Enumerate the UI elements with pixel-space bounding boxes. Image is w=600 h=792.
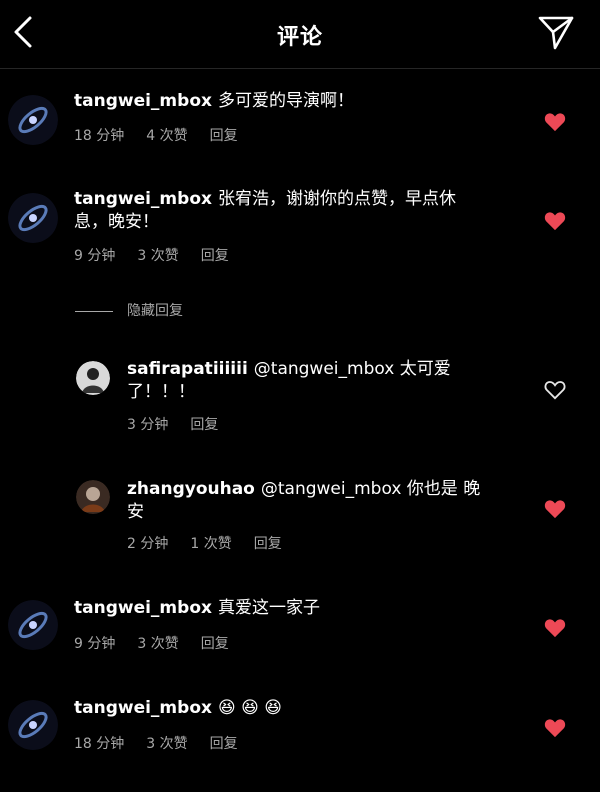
comment-text: tangwei_mbox 张宥浩，谢谢你的点赞，早点休 息，晚安！ <box>74 188 514 234</box>
heart-icon[interactable] <box>544 112 566 132</box>
comment-meta: 9 分钟 3 次赞 回复 <box>74 633 251 653</box>
hide-replies-toggle[interactable]: 隐藏回复 <box>75 300 183 320</box>
avatar[interactable] <box>8 95 58 145</box>
comment-meta: 2 分钟 1 次赞 回复 <box>127 533 304 553</box>
comment-username[interactable]: tangwei_mbox <box>74 698 212 718</box>
avatar[interactable] <box>8 700 58 750</box>
heart-icon[interactable] <box>544 211 566 231</box>
comment-likes[interactable]: 3 次赞 <box>137 248 178 264</box>
comment-likes[interactable]: 1 次赞 <box>190 536 231 552</box>
comment-text: tangwei_mbox 真爱这一家子 <box>74 597 514 620</box>
heart-outline-icon[interactable] <box>544 380 566 400</box>
reply-button[interactable]: 回复 <box>190 417 218 433</box>
comment-text: zhangyouhao @tangwei_mbox 你也是 晚 安 <box>127 478 527 524</box>
comment-body: 真爱这一家子 <box>217 598 320 618</box>
comment-username[interactable]: tangwei_mbox <box>74 91 212 111</box>
comment-username[interactable]: tangwei_mbox <box>74 189 212 209</box>
comment-likes[interactable]: 3 次赞 <box>137 636 178 652</box>
divider-line <box>75 310 113 312</box>
comment-body: @tangwei_mbox 你也是 晚 <box>260 479 481 499</box>
reply-button[interactable]: 回复 <box>210 128 238 144</box>
heart-icon[interactable] <box>544 499 566 519</box>
comment-body-line2: 安 <box>127 502 144 522</box>
comment-body: 😆 😆 😆 <box>217 698 282 718</box>
comment-likes[interactable]: 3 次赞 <box>146 736 187 752</box>
paper-plane-icon[interactable] <box>536 12 576 52</box>
comment-body: @tangwei_mbox 太可爱 <box>253 359 451 379</box>
comment-time: 2 分钟 <box>127 536 169 552</box>
avatar[interactable] <box>76 361 110 395</box>
reply-button[interactable]: 回复 <box>201 636 229 652</box>
comment-username[interactable]: zhangyouhao <box>127 479 255 499</box>
comment-text: tangwei_mbox 多可爱的导演啊！ <box>74 90 514 113</box>
comment-meta: 18 分钟 3 次赞 回复 <box>74 733 260 753</box>
comment-meta: 18 分钟 4 次赞 回复 <box>74 125 260 145</box>
comment-time: 3 分钟 <box>127 417 169 433</box>
comment-time: 9 分钟 <box>74 248 116 264</box>
comment-meta: 9 分钟 3 次赞 回复 <box>74 245 251 265</box>
reply-button[interactable]: 回复 <box>210 736 238 752</box>
comment-likes[interactable]: 4 次赞 <box>146 128 187 144</box>
comment-time: 9 分钟 <box>74 636 116 652</box>
avatar[interactable] <box>8 600 58 650</box>
comment-body: 张宥浩，谢谢你的点赞，早点休 <box>217 189 456 209</box>
comment-text: safirapatiiiiii @tangwei_mbox 太可爱 了！！！ <box>127 358 487 404</box>
avatar[interactable] <box>8 193 58 243</box>
comment-body-line2: 息，晚安！ <box>74 212 159 232</box>
heart-icon[interactable] <box>544 718 566 738</box>
comment-time: 18 分钟 <box>74 128 125 144</box>
comment-time: 18 分钟 <box>74 736 125 752</box>
comment-body: 多可爱的导演啊！ <box>217 91 354 111</box>
comment-username[interactable]: tangwei_mbox <box>74 598 212 618</box>
comment-meta: 3 分钟 回复 <box>127 414 240 434</box>
comment-body-line2: 了！！！ <box>127 382 195 402</box>
hide-replies-label: 隐藏回复 <box>127 303 183 319</box>
comment-text: tangwei_mbox 😆 😆 😆 <box>74 697 514 720</box>
comment-username[interactable]: safirapatiiiiii <box>127 359 248 379</box>
page-title: 评论 <box>276 25 323 50</box>
reply-button[interactable]: 回复 <box>201 248 229 264</box>
heart-icon[interactable] <box>544 618 566 638</box>
reply-button[interactable]: 回复 <box>254 536 282 552</box>
avatar[interactable] <box>76 480 110 514</box>
top-bar: 评论 <box>0 0 600 69</box>
